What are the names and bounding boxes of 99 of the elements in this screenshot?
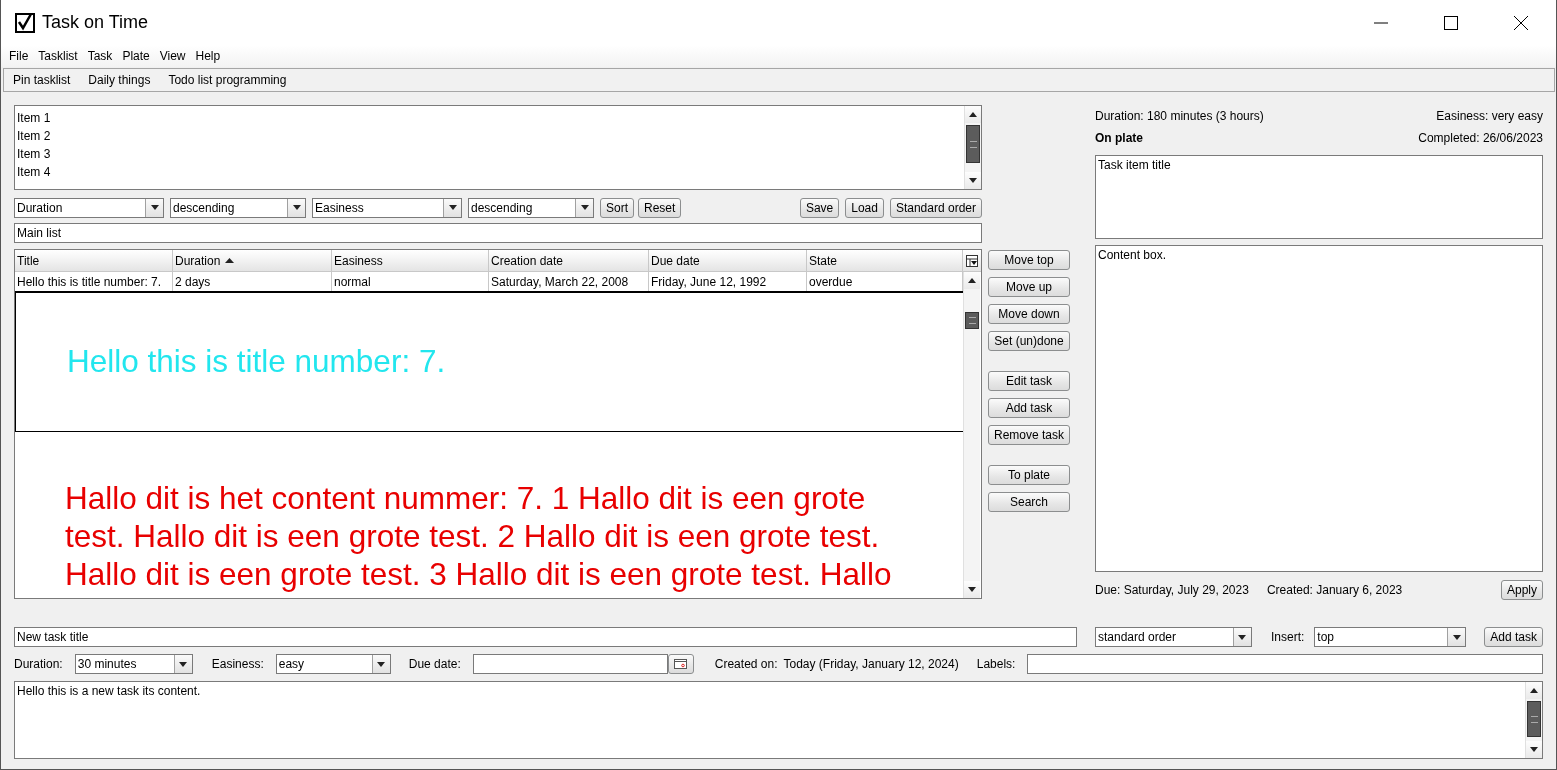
task-content-text: Hello this is a new task its content. [16,683,202,700]
task-action-button[interactable]: Remove task [988,425,1070,445]
column-chooser-icon[interactable] [966,254,978,267]
table-cell: Hello this is title number: 7. [15,272,173,291]
tasklist-tab[interactable]: Pin tasklist [4,73,80,87]
task-content-field[interactable]: Hello this is a new task its content. [14,681,1543,759]
tasklist-tab[interactable]: Todo list programming [159,73,296,87]
list-name-field[interactable]: Main list [14,223,982,243]
task-title-box[interactable]: Task item title [1095,155,1543,239]
list-button[interactable]: Load [845,197,884,218]
column-label: Easiness [334,253,383,268]
menu-item[interactable]: Tasklist [33,49,83,63]
sort-dropdown[interactable]: Easiness [312,197,462,218]
sort-dropdown[interactable]: descending [468,197,594,218]
labels-field[interactable] [1027,654,1543,674]
easiness-dropdown[interactable]: easy [275,654,391,674]
menu-item[interactable]: Plate [117,49,155,63]
menu-item[interactable]: Help [190,49,226,63]
column-header[interactable]: Creation date [489,250,649,271]
duration-dropdown[interactable]: 30 minutes [74,654,193,674]
menu-item[interactable]: File [4,49,34,63]
task-title-field[interactable]: New task title [14,627,1077,647]
caret-down-icon [1238,634,1247,640]
sort-button[interactable]: Reset [638,197,682,218]
table-cell: Saturday, March 22, 2008 [489,272,649,291]
easiness-text: Easiness: very easy [1436,109,1543,123]
task-action-button[interactable]: Search [988,492,1070,512]
column-header[interactable]: Title [15,250,173,271]
column-label: Duration [175,253,221,268]
caret-down-icon [179,661,188,667]
sort-dropdown[interactable]: descending [170,197,306,218]
caret-down-icon [448,205,457,210]
caret-down-icon [150,205,159,210]
column-header[interactable]: Duration [173,250,332,271]
column-label: Creation date [491,253,564,268]
due-date-label: Due date: [408,657,461,671]
maximize-icon[interactable] [1444,15,1458,30]
menu-item[interactable]: Task [82,49,118,63]
insert-label: Insert: [1270,630,1305,644]
order-dropdown[interactable]: standard order [1094,627,1252,647]
due-date-field[interactable] [472,654,668,674]
list-button[interactable]: Standard order [889,197,982,218]
task-action-button[interactable]: Move down [988,304,1070,324]
menu-item[interactable]: View [154,49,191,63]
labels-label: Labels: [976,657,1016,671]
list-item[interactable]: Item 3 [17,145,964,163]
task-action-button[interactable]: Move up [988,277,1070,297]
duration-label: Duration: [14,657,63,671]
scroll-down-arrow-icon[interactable] [969,178,977,183]
list-item[interactable]: Item 4 [17,163,964,181]
add-task-button[interactable]: Add task [1484,627,1543,647]
vertical-scrollbar[interactable] [1525,682,1542,758]
created-on-date: Today (Friday, January 12, 2024) [783,657,959,671]
task-action-button[interactable]: Edit task [988,371,1070,391]
scroll-down-arrow-icon[interactable] [1530,747,1538,752]
vertical-scrollbar[interactable] [963,272,980,598]
tasklist-tab[interactable]: Daily things [79,73,160,87]
caret-down-icon [377,661,386,667]
scroll-up-arrow-icon[interactable] [969,112,977,117]
sort-dropdown[interactable]: Duration [14,197,164,218]
task-action-button[interactable]: Add task [988,398,1070,418]
caret-down-icon [1452,634,1461,640]
close-icon[interactable] [1514,15,1528,30]
column-label: Due date [651,253,700,268]
created-on-label: Created on: [714,657,778,671]
window-title: Task on Time [42,12,150,33]
caret-down-icon [580,205,589,210]
vertical-scrollbar[interactable] [964,106,981,189]
scroll-up-arrow-icon[interactable] [1530,688,1538,693]
table-cell: 2 days [173,272,332,291]
task-action-button[interactable]: Set (un)done [988,331,1070,351]
scroll-up-arrow-icon[interactable] [968,278,976,283]
apply-button[interactable]: Apply [1500,580,1543,600]
table-cell: normal [332,272,489,291]
created-text: Created: January 6, 2023 [1266,583,1404,597]
column-header[interactable]: Easiness [332,250,489,271]
task-action-button[interactable]: Move top [988,250,1070,270]
scroll-down-arrow-icon[interactable] [968,587,976,592]
insert-dropdown[interactable]: top [1314,627,1467,647]
status-text: On plate [1095,131,1143,145]
task-preview-content: Hallo dit is het content nummer: 7. 1 Hallo dit is een grote test. Hallo dit is een grote test. 2 Hallo dit is een grote test. Hallo dit is een grote test. 3 Hallo dit is een grote test. Hallo [64,479,893,593]
list-button[interactable]: Save [799,197,840,218]
caret-down-icon [292,205,301,210]
calendar-button[interactable] [667,654,694,674]
completed-text: Completed: 26/06/2023 [1418,131,1543,145]
column-label: State [809,253,838,268]
column-header[interactable]: Due date [649,250,807,271]
table-cell: Friday, June 12, 1992 [649,272,807,291]
task-action-button[interactable]: To plate [988,465,1070,485]
duration-text: Duration: 180 minutes (3 hours) [1095,109,1264,123]
list-item[interactable]: Item 1 [17,109,964,127]
calendar-icon [674,659,688,669]
task-content-box[interactable]: Content box. [1095,245,1543,572]
sort-button[interactable]: Sort [600,197,634,218]
due-text: Due: Saturday, July 29, 2023 [1095,583,1249,597]
checkbox-logo-icon [15,12,35,33]
easiness-label: Easiness: [211,657,264,671]
column-label: Title [17,253,40,268]
list-item[interactable]: Item 2 [17,127,964,145]
